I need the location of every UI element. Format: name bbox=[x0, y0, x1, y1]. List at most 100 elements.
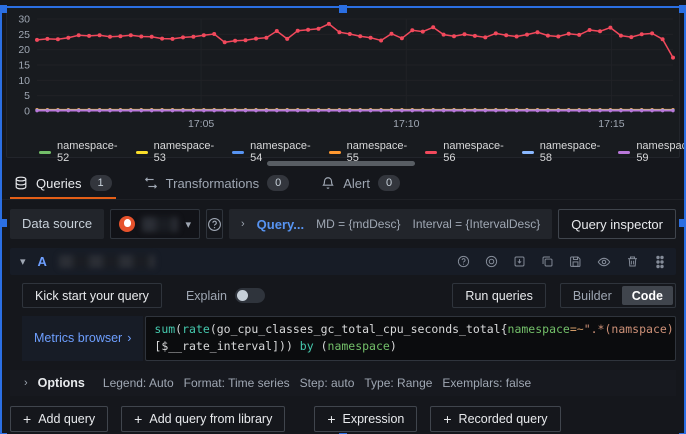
question-circle-icon bbox=[207, 217, 222, 232]
tab-alert-label: Alert bbox=[343, 176, 370, 191]
query-editor: ▾ A Kick start your query Explain Run qu… bbox=[10, 248, 676, 396]
scrollbar-thumb[interactable] bbox=[267, 161, 415, 166]
options-row[interactable]: › Options Legend: Auto Format: Time serie… bbox=[10, 370, 676, 396]
expression-button[interactable]: + Expression bbox=[314, 406, 417, 432]
explain-label: Explain bbox=[186, 289, 227, 303]
run-queries-button[interactable]: Run queries bbox=[452, 283, 545, 308]
legend-color-dash bbox=[522, 151, 534, 154]
query-options-title: Query... bbox=[257, 217, 304, 232]
datasource-help-button[interactable] bbox=[206, 209, 223, 239]
svg-text:17:10: 17:10 bbox=[393, 118, 419, 130]
metrics-browser-label: Metrics browser bbox=[34, 331, 122, 345]
option-summary-item: Step: auto bbox=[300, 376, 355, 390]
query-row-actions bbox=[457, 255, 666, 269]
builder-code-switch: Builder Code bbox=[560, 283, 676, 308]
explain-control: Explain bbox=[186, 288, 265, 303]
add-query-button[interactable]: + Add query bbox=[10, 406, 108, 432]
footer-button-label: Recorded query bbox=[459, 412, 548, 426]
chevron-down-icon: ▾ bbox=[185, 218, 191, 231]
eye-icon[interactable] bbox=[597, 255, 611, 269]
option-summary-item: Type: Range bbox=[364, 376, 432, 390]
toolbar-right: Run queries Builder Code bbox=[452, 283, 676, 308]
chevron-right-icon: › bbox=[241, 218, 245, 230]
options-label: Options bbox=[38, 376, 85, 390]
code-option[interactable]: Code bbox=[622, 286, 673, 305]
prometheus-icon bbox=[119, 216, 135, 232]
help-icon[interactable] bbox=[457, 255, 470, 268]
svg-text:20: 20 bbox=[18, 44, 30, 56]
tab-alert-badge: 0 bbox=[378, 175, 400, 191]
query-ref-id: A bbox=[38, 254, 47, 269]
add-query-from-library-button[interactable]: +Add query from library bbox=[121, 406, 285, 432]
promql-editor: Metrics browser › sum(rate(go_cpu_classe… bbox=[10, 316, 676, 361]
save-icon[interactable] bbox=[569, 255, 582, 268]
code-line-2: [$__rate_interval])) by (namespace) bbox=[154, 338, 667, 355]
query-options-md: MD = {mdDesc} bbox=[316, 217, 400, 231]
record-circle-icon[interactable] bbox=[485, 255, 498, 268]
legend-color-dash bbox=[618, 151, 630, 154]
query-inspector-button[interactable]: Query inspector bbox=[558, 209, 676, 239]
plus-icon: + bbox=[443, 411, 451, 427]
svg-text:0: 0 bbox=[24, 106, 30, 118]
query-options-interval: Interval = {IntervalDesc} bbox=[413, 217, 541, 231]
trash-icon[interactable] bbox=[626, 255, 639, 268]
legend-color-dash bbox=[39, 151, 51, 154]
footer-buttons: +Add query+Add query from library+Expres… bbox=[10, 406, 676, 432]
selection-handle[interactable] bbox=[0, 5, 7, 13]
tab-queries-badge: 1 bbox=[90, 175, 112, 191]
query-row-header[interactable]: ▾ A bbox=[10, 248, 676, 275]
timeseries-chart: 05101520253017:0517:1017:15 bbox=[9, 11, 679, 137]
toggle-knob bbox=[237, 290, 248, 301]
chevron-right-icon: › bbox=[127, 331, 131, 345]
selection-handle[interactable] bbox=[339, 5, 347, 13]
svg-text:10: 10 bbox=[18, 75, 30, 87]
option-summary-item: Format: Time series bbox=[184, 376, 290, 390]
datasource-label: Data source bbox=[10, 209, 104, 239]
plus-icon: + bbox=[23, 411, 31, 427]
plus-icon: + bbox=[134, 411, 142, 427]
svg-text:25: 25 bbox=[18, 29, 30, 41]
options-summary: Legend: Auto Format: Time series Step: aut… bbox=[103, 376, 541, 390]
selection-handle[interactable] bbox=[0, 219, 7, 227]
kickstart-button[interactable]: Kick start your query bbox=[22, 283, 162, 308]
legend-color-dash bbox=[136, 151, 148, 154]
tab-queries-label: Queries bbox=[36, 176, 82, 191]
svg-text:15: 15 bbox=[18, 60, 30, 72]
recorded-query-button[interactable]: + Recorded query bbox=[430, 406, 560, 432]
editor-tabs: Queries 1 Transformations 0 Alert 0 bbox=[0, 167, 686, 200]
copy-query-icon[interactable] bbox=[541, 255, 554, 268]
datasource-row: Data source ▾ › Query... MD = {mdDesc} I… bbox=[10, 209, 676, 239]
datasource-picker[interactable]: ▾ bbox=[110, 209, 200, 239]
collapse-chevron-icon[interactable]: ▾ bbox=[20, 255, 26, 268]
builder-option[interactable]: Builder bbox=[563, 286, 622, 305]
tab-transformations[interactable]: Transformations 0 bbox=[142, 167, 292, 199]
svg-text:5: 5 bbox=[24, 90, 30, 102]
chevron-right-icon: › bbox=[24, 377, 28, 389]
selection-handle[interactable] bbox=[679, 5, 686, 13]
drag-handle-icon[interactable] bbox=[654, 255, 666, 269]
plus-icon: + bbox=[327, 411, 335, 427]
query-code-input[interactable]: sum(rate(go_cpu_classes_gc_total_cpu_sec… bbox=[145, 316, 676, 361]
selection-handle[interactable] bbox=[679, 219, 686, 227]
tab-alert[interactable]: Alert 0 bbox=[319, 167, 402, 199]
svg-text:17:15: 17:15 bbox=[598, 118, 624, 130]
query-options-section[interactable]: › Query... MD = {mdDesc} Interval = {Int… bbox=[229, 209, 552, 239]
footer-button-label: Expression bbox=[343, 412, 405, 426]
legend-color-dash bbox=[425, 151, 437, 154]
option-summary-item: Exemplars: false bbox=[442, 376, 531, 390]
explain-toggle[interactable] bbox=[235, 288, 265, 303]
tab-queries[interactable]: Queries 1 bbox=[12, 167, 114, 199]
code-line-1: sum(rate(go_cpu_classes_gc_total_cpu_sec… bbox=[154, 321, 667, 338]
legend-color-dash bbox=[329, 151, 341, 154]
import-query-icon[interactable] bbox=[513, 255, 526, 268]
query-toolbar: Kick start your query Explain Run querie… bbox=[10, 283, 676, 308]
footer-button-label: Add query bbox=[38, 412, 95, 426]
metrics-browser-button[interactable]: Metrics browser › bbox=[22, 316, 143, 361]
tab-transformations-badge: 0 bbox=[267, 175, 289, 191]
tab-transformations-label: Transformations bbox=[166, 176, 259, 191]
database-icon bbox=[14, 176, 28, 190]
transform-icon bbox=[144, 176, 158, 190]
legend-color-dash bbox=[232, 151, 244, 154]
timeseries-panel: 05101520253017:0517:1017:15 namespace-52… bbox=[6, 6, 680, 158]
option-summary-item: Legend: Auto bbox=[103, 376, 174, 390]
